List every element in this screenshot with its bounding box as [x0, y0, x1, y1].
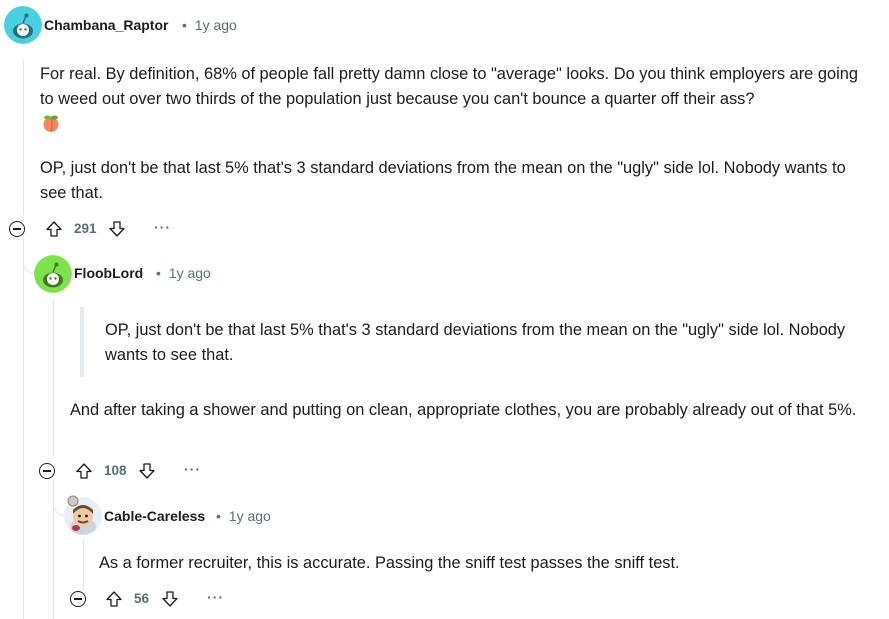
blockquote: OP, just don't be that last 5% that's 3 …	[105, 321, 846, 364]
thread-line	[83, 540, 84, 590]
collapse-button[interactable]	[70, 591, 86, 607]
downvote-icon[interactable]	[138, 462, 156, 480]
vote-score: 291	[74, 221, 97, 236]
timestamp[interactable]: 1y ago	[195, 17, 237, 33]
more-options-button[interactable]: ···	[207, 589, 224, 605]
peach-emoji	[43, 115, 59, 132]
more-options-button[interactable]: ···	[154, 219, 171, 235]
upvote-icon[interactable]	[105, 590, 123, 608]
comment-meta: • 1y ago	[216, 508, 271, 524]
thread-line	[23, 60, 24, 215]
thread-line	[53, 300, 54, 456]
downvote-icon[interactable]	[161, 590, 179, 608]
more-options-button[interactable]: ···	[184, 461, 201, 477]
upvote-icon[interactable]	[75, 462, 93, 480]
timestamp[interactable]: 1y ago	[229, 508, 271, 524]
downvote-icon[interactable]	[108, 220, 126, 238]
vote-score: 108	[104, 463, 127, 478]
avatar[interactable]	[4, 6, 42, 44]
comment-paragraph: For real. By definition, 68% of people f…	[40, 65, 858, 108]
timestamp[interactable]: 1y ago	[169, 265, 211, 281]
comment-paragraph: OP, just don't be that last 5% that's 3 …	[40, 159, 846, 202]
collapse-button[interactable]	[39, 463, 55, 479]
upvote-icon[interactable]	[45, 220, 63, 238]
thread-line	[23, 238, 24, 619]
separator-dot: •	[216, 508, 221, 524]
username[interactable]: Cable-Careless	[104, 508, 205, 524]
collapse-button[interactable]	[9, 221, 25, 237]
blockquote-bar	[80, 307, 84, 377]
vote-score: 56	[134, 591, 150, 606]
avatar[interactable]	[34, 255, 72, 293]
comment-meta: • 1y ago	[182, 17, 237, 33]
comment-paragraph: And after taking a shower and putting on…	[70, 401, 857, 419]
separator-dot: •	[156, 265, 161, 281]
avatar-accessory-icon	[67, 495, 79, 507]
comment-meta: • 1y ago	[156, 265, 211, 281]
comment-paragraph: As a former recruiter, this is accurate.…	[99, 554, 680, 572]
username[interactable]: FloobLord	[74, 265, 143, 281]
separator-dot: •	[182, 17, 187, 33]
username[interactable]: Chambana_Raptor	[44, 17, 168, 33]
